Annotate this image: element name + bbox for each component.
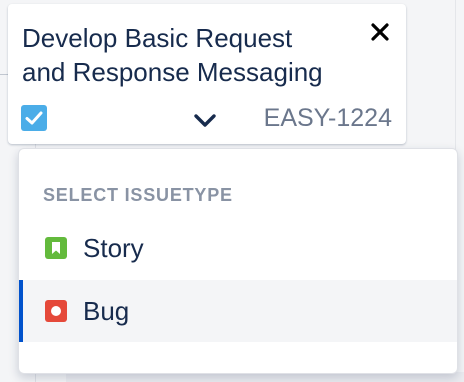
issuetype-option-story[interactable]: Story (19, 217, 457, 279)
issue-summary: Develop Basic Request and Response Messa… (22, 23, 323, 87)
story-icon (45, 237, 67, 259)
issuetype-task-icon[interactable] (20, 104, 48, 132)
dropdown-heading: SELECT ISSUETYPE (43, 185, 233, 205)
board-divider-line (0, 74, 8, 75)
checkbox-task-icon (21, 105, 47, 131)
issuetype-dropdown-toggle[interactable] (190, 107, 220, 135)
close-button[interactable] (366, 18, 394, 46)
chevron-down-icon (194, 114, 216, 127)
option-label: Story (83, 232, 144, 263)
issue-key[interactable]: EASY-1224 (264, 102, 392, 134)
bug-icon (45, 300, 67, 322)
option-label: Bug (83, 295, 130, 326)
close-icon (371, 23, 389, 41)
issuetype-option-bug[interactable]: Bug (19, 280, 457, 342)
issuetype-dropdown: SELECT ISSUETYPE Story Bug (18, 148, 458, 374)
issue-card[interactable]: Develop Basic Request and Response Messa… (8, 4, 406, 144)
